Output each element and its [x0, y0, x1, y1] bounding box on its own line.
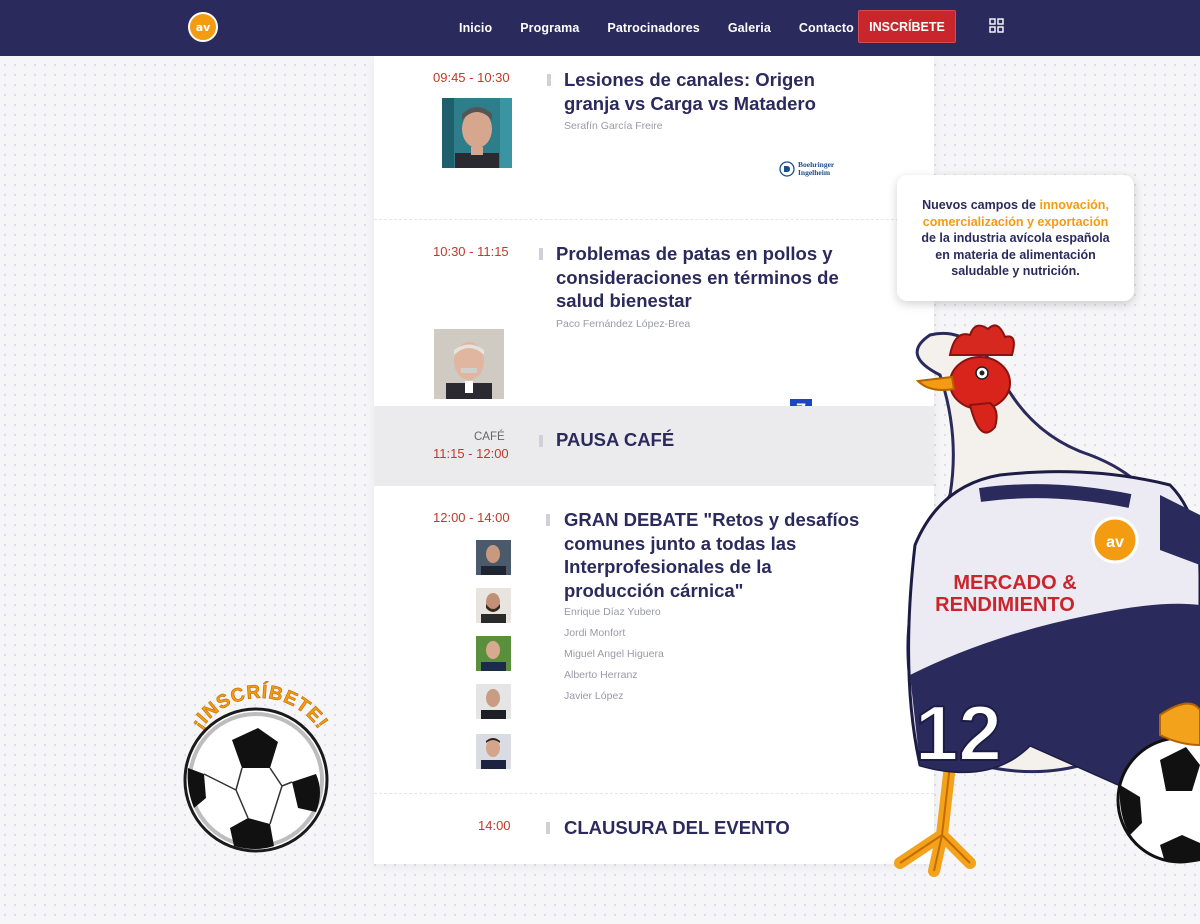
speaker-photo [476, 636, 511, 671]
title-line: salud bienestar [556, 290, 692, 311]
mascot-number: 12 [915, 689, 1002, 777]
mascot-shirt-text: MERCADO & [953, 572, 1076, 594]
nav-links: Inicio Programa Patrocinadores Galeria C… [459, 0, 882, 56]
info-callout: Nuevos campos de innovación, comercializ… [897, 175, 1134, 301]
sponsor-logo: Boehringer Ingelheim [779, 161, 834, 177]
title-marker [547, 74, 551, 86]
mascot-shirt-text: RENDIMIENTO [935, 594, 1075, 616]
title-line: producción cárnica" [564, 579, 744, 601]
speaker-name: Paco Fernández López-Brea [556, 318, 691, 330]
session-title: PAUSA CAFÉ [556, 429, 675, 450]
nav-galeria[interactable]: Galeria [728, 21, 771, 35]
title-line: Interprofesionales de la [564, 556, 772, 577]
speaker-photo [476, 540, 511, 575]
callout-highlight: comercialización y exportación [922, 214, 1109, 229]
speaker-portrait [434, 329, 504, 399]
session-title: Lesiones de canales: Origen granja vs Ca… [564, 68, 816, 115]
schedule-row: 09:45 - 10:30 Lesiones de canales: Orige… [374, 56, 934, 220]
speaker-portrait [442, 98, 512, 168]
register-button[interactable]: INSCRÍBETE [858, 10, 956, 43]
callout-text: de la industria avícola española [921, 231, 1110, 245]
callout-text: Nuevos campos de [922, 198, 1040, 212]
session-time: 12:00 - 14:00 [433, 510, 510, 525]
speaker-photo [476, 734, 511, 769]
callout-text: saludable y nutrición. [951, 264, 1080, 278]
speaker-name: Enrique Díaz Yubero [564, 606, 661, 618]
session-time: 14:00 [478, 818, 511, 833]
chicken-mascot-illustration: MERCADO & RENDIMIENTO 12 av [894, 324, 1200, 877]
register-ball-badge[interactable]: ¡INSCRÍBETE! [170, 680, 350, 860]
title-line: GRAN DEBATE "Retos y desafíos [564, 509, 860, 530]
title-marker [539, 248, 543, 260]
top-navbar: av Inicio Programa Patrocinadores Galeri… [0, 0, 1200, 56]
title-line: comunes junto a todas las [564, 532, 797, 554]
logo-text: av [195, 20, 211, 34]
nav-patrocinadores[interactable]: Patrocinadores [607, 21, 699, 35]
speaker-name: Alberto Herranz [564, 669, 638, 681]
speaker-photo [442, 98, 512, 168]
session-time: 11:15 - 12:00 [433, 446, 509, 461]
mascot-chest-logo: av [1106, 534, 1124, 551]
session-time: 09:45 - 10:30 [433, 70, 510, 85]
title-marker [539, 435, 543, 447]
sponsor-name: Ingelheim [798, 168, 831, 177]
session-time: 10:30 - 11:15 [433, 244, 509, 259]
site-logo[interactable]: av [188, 12, 218, 42]
speaker-photo [476, 588, 511, 623]
session-title: Problemas de patas en pollos y considera… [556, 242, 839, 313]
nav-inicio[interactable]: Inicio [459, 21, 492, 35]
session-title: CLAUSURA DEL EVENTO [564, 817, 790, 838]
title-marker [546, 514, 550, 526]
title-marker [546, 822, 550, 834]
boehringer-icon [779, 161, 795, 177]
nav-programa[interactable]: Programa [520, 21, 579, 35]
nav-contacto[interactable]: Contacto [799, 21, 854, 35]
grid-menu-icon[interactable] [989, 18, 1004, 33]
speaker-name: Serafín García Freire [564, 120, 663, 132]
callout-text: en materia de alimentación [935, 247, 1096, 262]
title-line: Lesiones de canales: Origen [564, 69, 815, 90]
speaker-photo [434, 329, 504, 399]
speaker-name: Jordi Monfort [564, 627, 626, 639]
callout-highlight: innovación, [1039, 198, 1109, 212]
speaker-name: Javier López [564, 690, 624, 702]
speaker-photo [476, 684, 511, 719]
title-line: granja vs Carga vs Matadero [564, 92, 816, 114]
title-line: Problemas de patas en pollos y [556, 243, 833, 264]
session-title: GRAN DEBATE "Retos y desafíos comunes ju… [564, 508, 859, 602]
speaker-name: Miguel Angel Higuera [564, 648, 664, 660]
break-label: CAFÉ [474, 431, 505, 443]
title-line: consideraciones en términos de [556, 266, 839, 288]
